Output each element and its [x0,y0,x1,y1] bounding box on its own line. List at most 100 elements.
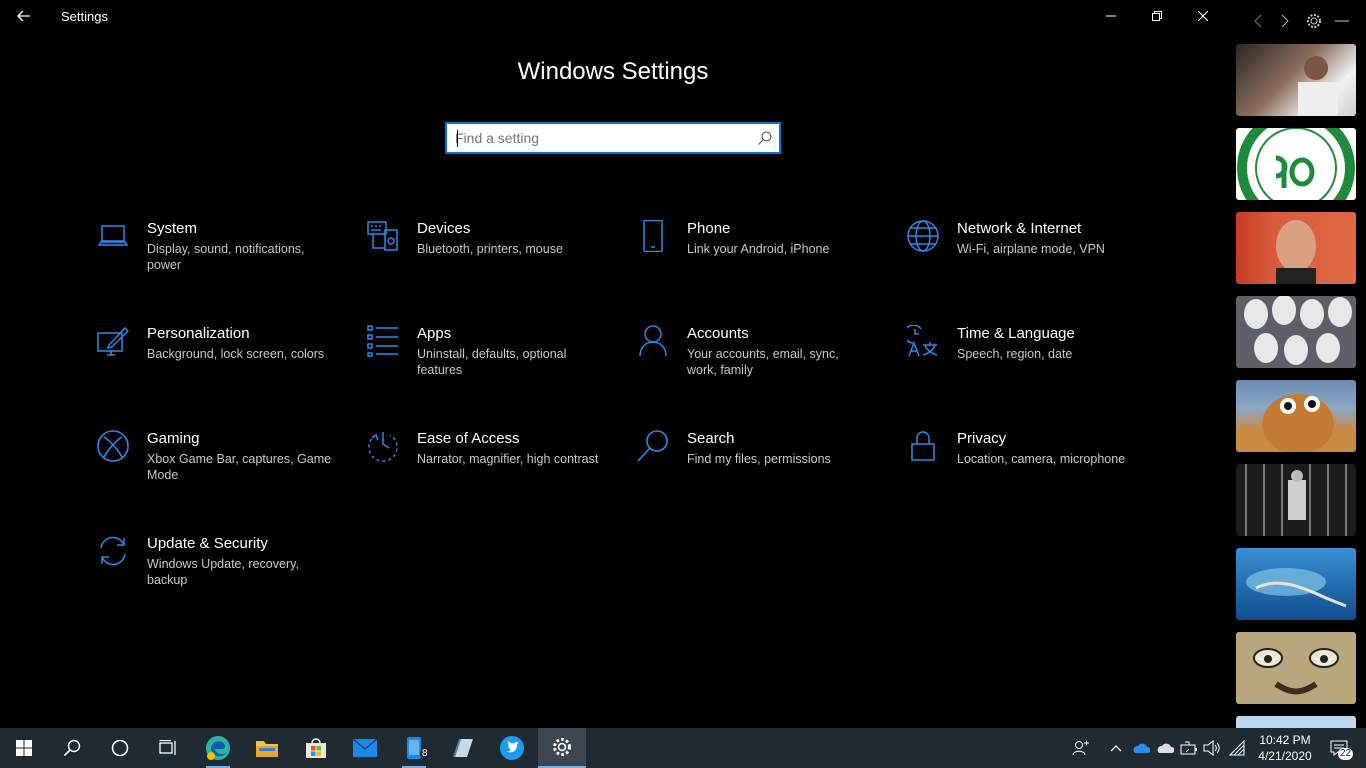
chevron-left-icon [1254,14,1262,28]
category-update-security[interactable]: Update & Security Windows Update, recove… [97,535,357,615]
search-input[interactable] [455,128,745,148]
category-description: Location, camera, microphone [957,452,1126,466]
store-bag-icon [306,738,326,758]
taskbar-clock[interactable]: 10:42 PM 4/21/2020 [1252,732,1318,764]
category-description: Background, lock screen, colors [147,347,325,361]
back-arrow-icon [17,10,30,22]
title-bar: Settings [0,0,1226,32]
category-system[interactable]: System Display, sound, notifications, po… [97,220,357,300]
category-title: Apps [417,325,452,342]
news-thumbnail[interactable] [1236,296,1356,368]
news-thumbnail[interactable] [1236,44,1356,116]
category-title: Time & Language [957,325,1075,342]
category-gaming[interactable]: Gaming Xbox Game Bar, captures, Game Mod… [97,430,357,510]
restore-button[interactable] [1134,0,1180,32]
chevron-right-icon [1281,14,1289,28]
news-thumbnail[interactable] [1236,548,1356,620]
battery-tray[interactable] [1178,728,1200,768]
category-apps[interactable]: Apps Uninstall, defaults, optional featu… [367,325,627,405]
network-tray[interactable] [1226,728,1248,768]
category-description: Speech, region, date [957,347,1073,361]
category-description: Windows Update, recovery, backup [147,557,299,587]
cloud-tray[interactable] [1154,728,1176,768]
category-title: Personalization [147,325,250,342]
taskbar-app-mail[interactable] [341,728,389,768]
news-thumbnail[interactable] [1236,128,1356,200]
photo-dog-icon [1262,394,1334,452]
category-privacy[interactable]: Privacy Location, camera, microphone [907,430,1167,510]
ease-of-access-icon [367,430,399,462]
photo-actor-icon [1276,220,1316,284]
close-button[interactable] [1180,0,1226,32]
category-description: Uninstall, defaults, optional features [417,347,567,377]
show-hidden-icons-button[interactable] [1106,728,1126,768]
category-title: Phone [687,220,731,237]
laptop-icon [97,220,129,252]
search-icon[interactable] [757,130,773,146]
mail-icon [353,739,377,757]
news-thumbnail[interactable] [1236,380,1356,452]
panel-back-button[interactable] [1247,10,1269,32]
gear-icon [553,738,571,756]
taskbar-app-notes[interactable] [439,728,487,768]
clock-time: 10:42 PM [1259,733,1311,747]
category-title: Search [687,430,735,447]
category-description: Your accounts, email, sync, work, family [687,347,839,377]
category-devices[interactable]: Devices Bluetooth, printers, mouse [367,220,627,300]
category-accounts[interactable]: Accounts Your accounts, email, sync, wor… [637,325,897,405]
taskbar-search-button[interactable] [48,728,96,768]
wifi-icon [1229,740,1245,756]
news-thumbnail[interactable] [1236,212,1356,284]
cortana-button[interactable] [96,728,144,768]
category-network[interactable]: Network & Internet Wi-Fi, airplane mode,… [907,220,1167,300]
taskbar: 8 10:42 PM 4/21/2020 22 [0,728,1366,768]
notification-badge: 8 [420,748,430,760]
back-button[interactable] [8,0,40,32]
taskbar-app-settings[interactable] [538,728,586,768]
twitter-icon [500,736,524,760]
category-title: Ease of Access [417,430,520,447]
search-icon [63,739,81,757]
taskbar-app-file-explorer[interactable] [243,728,291,768]
battery-icon [1180,741,1197,755]
category-phone[interactable]: Phone Link your Android, iPhone [637,219,897,300]
category-description: Link your Android, iPhone [687,242,830,256]
category-personalization[interactable]: Personalization Background, lock screen,… [97,325,357,405]
category-description: Narrator, magnifier, high contrast [417,452,599,466]
action-center-button[interactable]: 22 [1320,728,1358,768]
onedrive-tray[interactable] [1130,728,1152,768]
taskbar-app-edge[interactable] [194,728,242,768]
taskbar-app-phone[interactable]: 8 [390,728,438,768]
taskbar-app-store[interactable] [292,728,340,768]
news-thumbnail[interactable] [1236,716,1356,728]
news-thumbnail[interactable] [1236,464,1356,536]
category-search[interactable]: Search Find my files, permissions [637,430,897,510]
volume-tray[interactable] [1201,728,1223,768]
time-language-icon [903,324,939,357]
settings-search-box[interactable] [445,122,781,154]
panel-forward-button[interactable] [1274,10,1296,32]
people-button[interactable] [1068,728,1094,768]
category-title: Accounts [687,325,749,342]
minimize-button[interactable] [1088,0,1134,32]
folder-icon [256,741,278,757]
cloud-icon [1157,743,1174,753]
photo-man-icon [1298,56,1338,116]
taskbar-app-twitter[interactable] [488,728,536,768]
task-view-button[interactable] [144,728,192,768]
category-description: Xbox Game Bar, captures, Game Mode [147,452,332,482]
panel-minimize-button[interactable] [1331,10,1353,32]
category-ease-of-access[interactable]: Ease of Access Narrator, magnifier, high… [367,430,627,510]
settings-window: Settings Windows Settings System Display… [0,0,1226,728]
start-button[interactable] [0,728,48,768]
news-thumbnail[interactable] [1236,632,1356,704]
category-title: Devices [417,220,471,237]
task-view-icon [159,740,176,755]
category-time-language[interactable]: Time & Language Speech, region, date [903,324,1167,405]
text-caret [457,130,458,147]
notes-icon [453,738,473,758]
lock-icon [907,430,939,462]
panel-settings-button[interactable] [1303,10,1325,32]
minimize-icon [1106,15,1116,17]
restore-icon [1152,11,1162,21]
